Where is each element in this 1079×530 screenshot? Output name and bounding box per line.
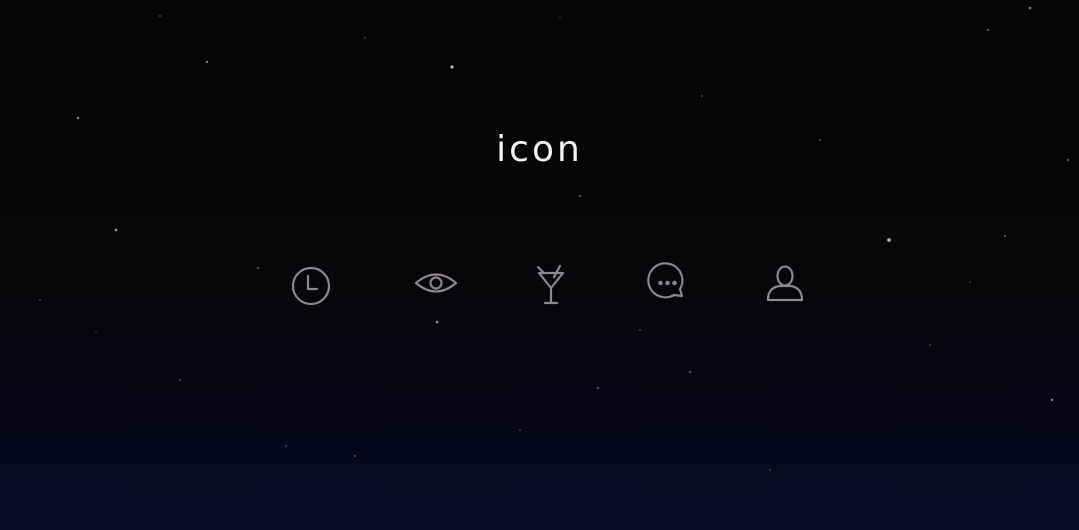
clock-icon[interactable] [287,262,335,310]
cocktail-glass-icon-graphic [536,264,565,305]
user-icon[interactable] [761,260,809,308]
clock-icon-graphic [291,266,331,306]
icon-row [0,0,1079,530]
user-icon-graphic [766,265,804,302]
chat-bubble-icon-graphic [647,262,684,299]
cocktail-glass-icon[interactable] [527,261,575,309]
eye-icon[interactable] [412,259,460,307]
eye-icon-graphic [414,273,458,293]
chat-bubble-icon[interactable] [644,259,692,307]
